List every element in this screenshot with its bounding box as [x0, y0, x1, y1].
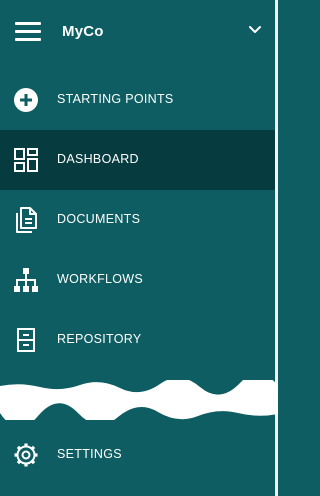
nav-item-documents[interactable]: DOCUMENTS [0, 190, 275, 250]
nav-item-label: REPOSITORY [57, 332, 142, 346]
gear-icon [14, 443, 38, 467]
chevron-down-icon[interactable] [248, 25, 262, 35]
nav-item-workflows[interactable]: WORKFLOWS [0, 250, 275, 310]
hamburger-icon[interactable] [15, 22, 41, 42]
nav-item-repository[interactable]: REPOSITORY [0, 310, 275, 370]
workflow-icon [14, 268, 38, 292]
nav-item-label: DASHBOARD [57, 152, 139, 166]
dashboard-icon [14, 148, 38, 172]
sidebar-edge [275, 0, 278, 496]
nav-item-label: WORKFLOWS [57, 272, 144, 286]
sidebar: MyCo STARTING POINTS DASHBOARD DOCUMENTS… [0, 0, 278, 496]
repository-icon [17, 328, 35, 352]
redacted-area [0, 380, 278, 420]
plus-circle-icon [14, 88, 38, 112]
documents-icon [16, 207, 37, 233]
nav-item-dashboard[interactable]: DASHBOARD [0, 130, 275, 190]
nav-item-label: STARTING POINTS [57, 92, 174, 106]
sidebar-header: MyCo [0, 0, 275, 64]
nav-item-starting-points[interactable]: STARTING POINTS [0, 70, 275, 130]
nav-item-label: SETTINGS [57, 447, 122, 461]
nav-item-label: DOCUMENTS [57, 212, 141, 226]
nav-item-settings[interactable]: SETTINGS [0, 425, 275, 485]
brand-name: MyCo [62, 23, 104, 40]
